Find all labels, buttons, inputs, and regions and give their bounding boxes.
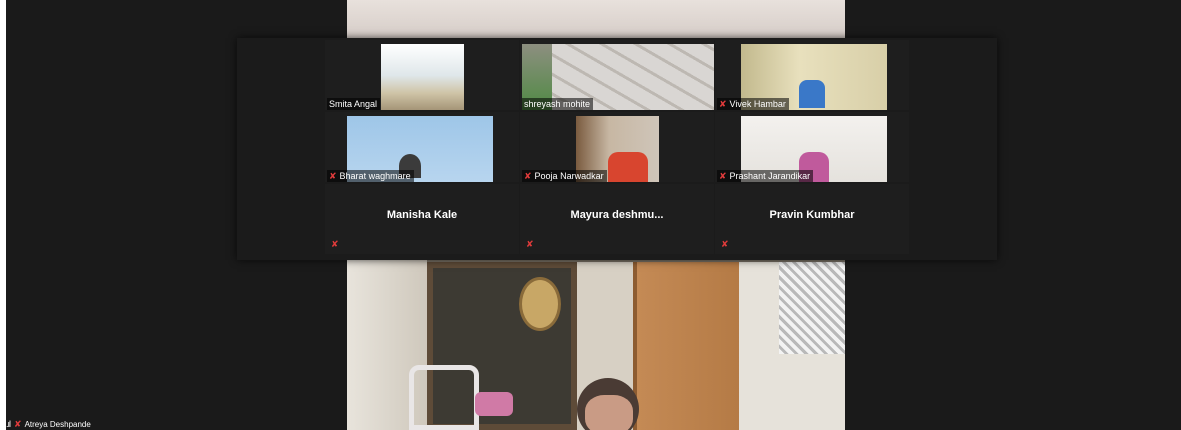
meeting-window: Smita Angal shreyash mohite ✘ Vivek Hamba… [6, 0, 1181, 430]
participant-name: Pravin Kumbhar [769, 209, 855, 221]
mic-muted-icon: ✘ [331, 239, 339, 249]
gallery-panel: Smita Angal shreyash mohite ✘ Vivek Hamba… [237, 38, 997, 260]
mic-muted-icon: ✘ [721, 239, 729, 249]
participant-name: shreyash mohite [522, 98, 594, 110]
participant-tile[interactable]: Mayura deshmu... ✘ [520, 184, 714, 254]
participant-tile[interactable]: ✘ Vivek Hambar [715, 40, 909, 110]
mic-muted-icon: ✘ [14, 418, 22, 429]
participant-name: ✘ Vivek Hambar [717, 98, 789, 110]
mic-muted-icon: ✘ [524, 171, 532, 181]
participant-tile[interactable]: ✘ Prashant Jarandikar [715, 112, 909, 182]
mic-muted-icon: ✘ [719, 99, 727, 109]
participant-name: Mayura deshmu... [570, 209, 664, 221]
participant-name: ✘ Bharat waghmare [327, 170, 414, 182]
participant-tile[interactable]: Pravin Kumbhar ✘ [715, 184, 909, 254]
mic-muted-icon: ✘ [719, 171, 727, 181]
participant-name: Smita Angal [327, 98, 381, 110]
self-name: Atreya Deshpande [24, 419, 91, 429]
self-name-bar: .ıl ✘ Atreya Deshpande [6, 418, 91, 430]
participant-video [381, 44, 464, 110]
room-ceiling [347, 0, 845, 38]
participant-name: Manisha Kale [386, 209, 458, 221]
participant-tile[interactable]: shreyash mohite [520, 40, 714, 110]
signal-icon: .ıl [6, 419, 11, 429]
participant-tile[interactable]: ✘ Bharat waghmare [325, 112, 519, 182]
participant-tile[interactable]: ✘ Pooja Narwadkar [520, 112, 714, 182]
mic-muted-icon: ✘ [329, 171, 337, 181]
participant-tile[interactable]: Manisha Kale ✘ [325, 184, 519, 254]
participant-name: ✘ Prashant Jarandikar [717, 170, 814, 182]
mic-muted-icon: ✘ [526, 239, 534, 249]
participant-name: ✘ Pooja Narwadkar [522, 170, 607, 182]
participant-tile[interactable]: Smita Angal [325, 40, 519, 110]
